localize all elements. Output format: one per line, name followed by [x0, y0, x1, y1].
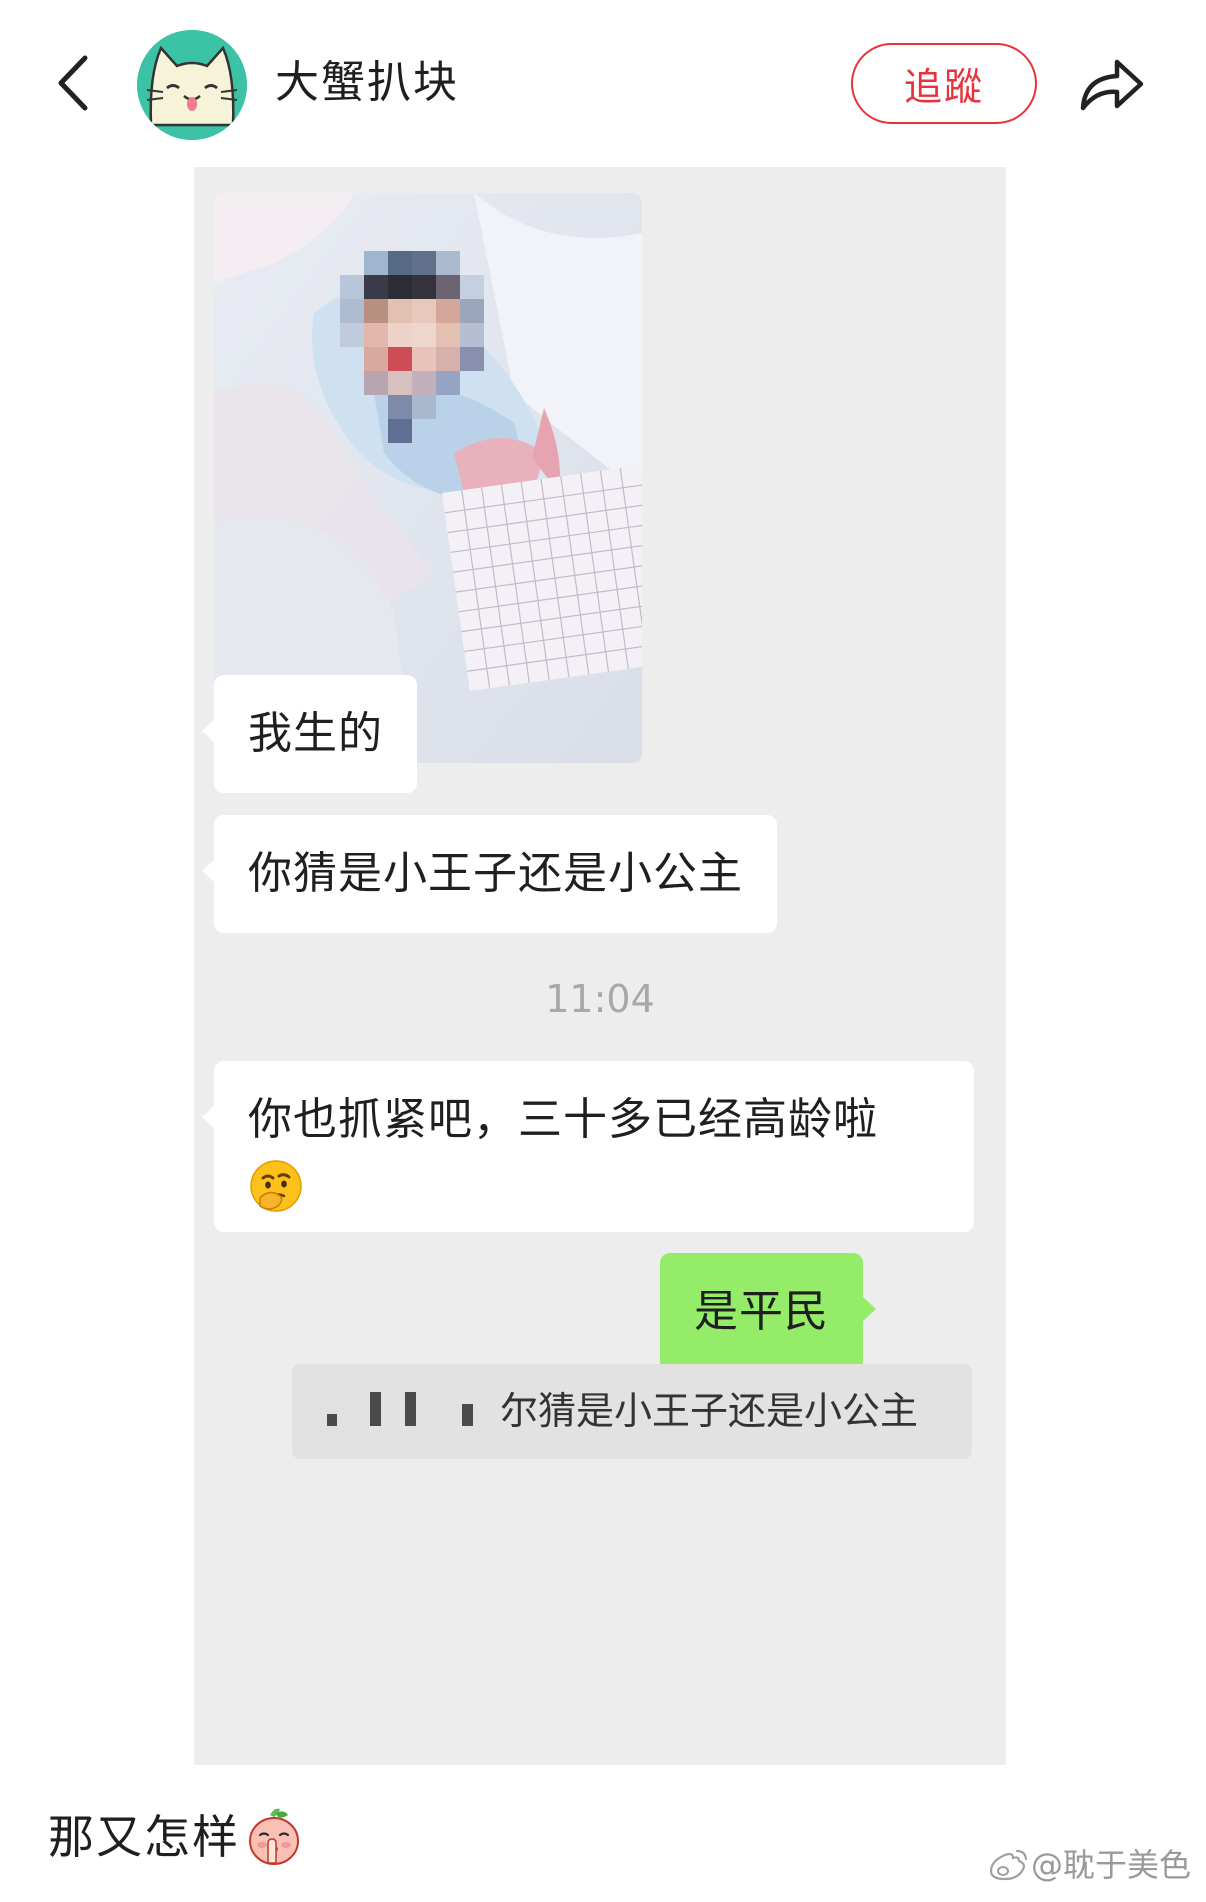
share-button[interactable]: [1073, 48, 1151, 120]
message-text: 我生的: [248, 708, 383, 759]
quoted-text: 尔猜是小王子还是小公主: [500, 1389, 919, 1433]
message-timestamp: 11:04: [545, 977, 655, 1021]
thinking-face-emoji: [250, 1160, 302, 1212]
audio-wave-bar: [327, 1414, 337, 1426]
audio-wave-bar: [370, 1392, 381, 1426]
chat-screenshot: 我生的 你猜是小王子还是小公主 11:04 你也抓紧吧，三十多已经高龄啦 是平民…: [194, 167, 1006, 1765]
watermark: @耽于美色: [985, 1843, 1191, 1887]
follow-button[interactable]: 追蹤: [851, 43, 1037, 124]
chat-bubble-incoming[interactable]: 我生的: [202, 675, 417, 793]
chat-bubble-outgoing[interactable]: 是平民: [660, 1253, 876, 1371]
username[interactable]: 大蟹扒块: [275, 55, 459, 111]
avatar[interactable]: [137, 30, 247, 140]
audio-wave-bar: [462, 1404, 473, 1426]
shushing-peach-emoji: [249, 1808, 299, 1865]
chevron-left-icon: [58, 55, 88, 111]
message-text: 你猜是小王子还是小公主: [248, 848, 743, 899]
message-text: 是平民: [694, 1286, 829, 1337]
quoted-message[interactable]: 尔猜是小王子还是小公主: [292, 1364, 972, 1459]
chat-bubble-incoming[interactable]: 你也抓紧吧，三十多已经高龄啦: [202, 1061, 974, 1232]
caption-text: 那又怎样: [48, 1810, 240, 1864]
watermark-text: @耽于美色: [1031, 1846, 1192, 1884]
top-bar: 大蟹扒块 追蹤: [0, 0, 1206, 165]
share-arrow-icon: [1080, 59, 1144, 111]
audio-wave-bar: [405, 1392, 416, 1426]
cat-avatar-icon: [137, 30, 247, 140]
post-caption: 那又怎样: [48, 1807, 302, 1867]
message-text: 你也抓紧吧，三十多已经高龄啦: [248, 1094, 878, 1145]
back-button[interactable]: [44, 50, 100, 116]
chat-bubble-incoming[interactable]: 你猜是小王子还是小公主: [202, 815, 777, 933]
weibo-logo-icon: [989, 1849, 1028, 1881]
